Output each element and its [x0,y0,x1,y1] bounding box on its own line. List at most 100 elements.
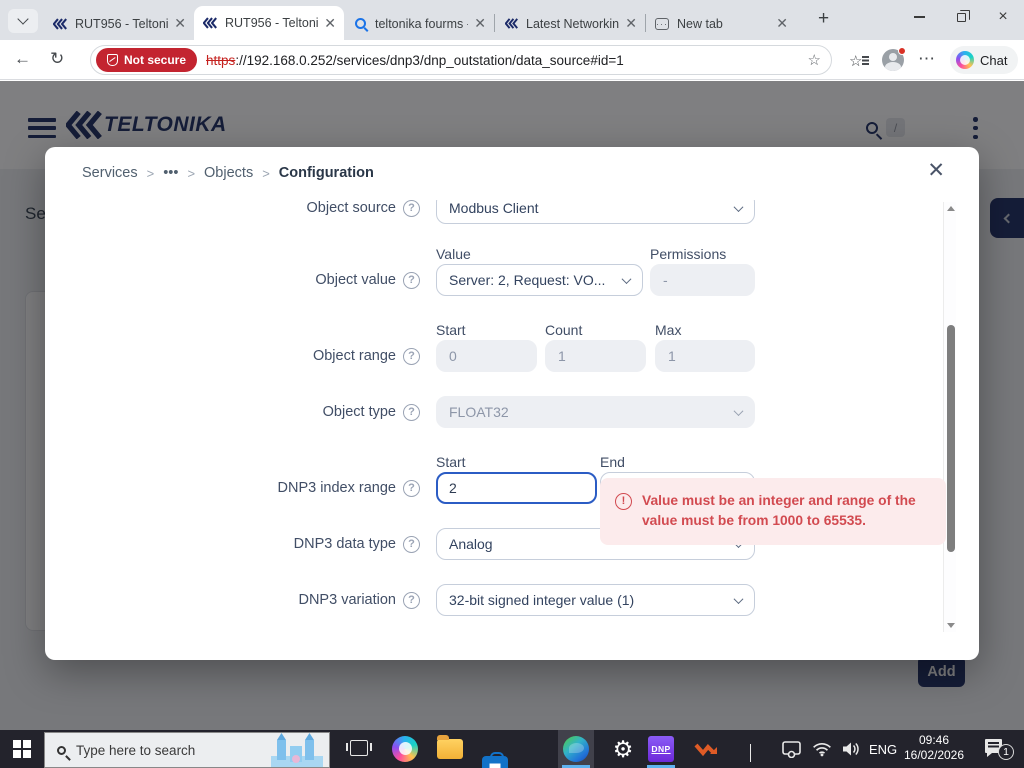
volume-icon[interactable] [842,741,860,762]
object-range-count-field: 1 [545,340,646,372]
chevron-right-icon: > [262,166,270,181]
browser-tab-2-active[interactable]: RUT956 - Teltonika ✕ [194,6,344,40]
wifi-icon[interactable] [812,741,832,762]
tab-close-icon[interactable]: ✕ [776,15,788,32]
dnp3-variation-select[interactable]: 32-bit signed integer value (1) [436,584,755,616]
object-source-select[interactable]: Modbus Client [436,200,755,224]
chevron-right-icon: > [187,166,195,181]
breadcrumb-services[interactable]: Services [82,165,138,181]
help-icon[interactable] [403,480,420,497]
chat-label: Chat [980,53,1007,68]
new-tab-button[interactable]: + [818,8,829,30]
object-type-label: Object type [323,396,420,428]
tab-title: New tab [677,17,770,31]
language-indicator[interactable]: ENG [869,742,897,757]
start-button[interactable] [13,740,31,758]
object-value-select[interactable]: Server: 2, Request: VO... [436,264,643,296]
start-column-header: Start [436,322,466,338]
taskbar-clock[interactable]: 09:46 16/02/2026 [898,733,970,763]
tab-title: teltonika fourms - [375,17,468,31]
browser-menu-icon[interactable]: ⋯ [918,49,936,69]
scrollbar-down-icon[interactable] [947,623,955,628]
help-icon[interactable] [403,200,420,217]
search-icon [57,746,66,755]
address-bar[interactable]: Not secure https://192.168.0.252/service… [90,45,832,75]
browser-tab-3[interactable]: teltonika fourms - ✕ [344,7,494,40]
error-message: Value must be an integer and range of th… [642,491,931,532]
help-icon[interactable] [403,592,420,609]
file-explorer-icon[interactable] [437,739,463,759]
taskbar-search-input[interactable]: Type here to search [44,732,330,768]
not-secure-badge[interactable]: Not secure [96,48,197,72]
window-close-button[interactable]: × [982,0,1024,34]
scrollbar-up-icon[interactable] [947,206,955,211]
favorite-star-icon[interactable]: ☆ [808,51,821,69]
browser-toolbar: ← ↻ Not secure https://192.168.0.252/ser… [0,40,1024,80]
browser-tab-1[interactable]: RUT956 - Teltonika ✕ [44,7,194,40]
copilot-app-icon[interactable] [392,736,418,762]
object-range-start-field: 0 [436,340,537,372]
browser-tab-4[interactable]: Latest Networking ✕ [495,7,645,40]
tab-search-button[interactable] [8,9,38,33]
permissions-column-header: Permissions [650,246,726,262]
dnp-app-icon[interactable]: DNP [648,736,674,762]
tab-title: Latest Networking [526,17,619,31]
object-source-label: Object source [307,200,420,224]
modal-close-icon[interactable]: ✕ [927,160,945,181]
windows-taskbar: Type here to search ⚙ DNP [0,730,1024,768]
form-scroll-area: Object source Modbus Client Value Permis… [45,200,957,640]
security-shield-icon [107,54,118,66]
tab-close-icon[interactable]: ✕ [174,15,186,32]
clock-time: 09:46 [898,733,970,748]
stocks-app-icon[interactable] [694,736,720,762]
reload-button[interactable]: ↻ [50,49,64,69]
chevron-right-icon: > [147,166,155,181]
copilot-chat-button[interactable]: Chat [950,46,1018,74]
clock-date: 16/02/2026 [898,748,970,763]
count-column-header: Count [545,322,582,338]
help-icon[interactable] [403,348,420,365]
dnp3-variation-label: DNP3 variation [298,584,420,616]
browser-tab-strip: RUT956 - Teltonika ✕ RUT956 - Teltonika … [0,0,1024,40]
tab-title: RUT956 - Teltonika [225,16,318,30]
microsoft-store-icon[interactable] [482,756,508,768]
permissions-field: - [650,264,755,296]
help-icon[interactable] [403,536,420,553]
back-button[interactable]: ← [14,49,31,69]
url-scheme: https [206,53,235,68]
notification-count-badge: 1 [998,744,1014,760]
settings-gear-icon[interactable]: ⚙ [610,736,636,762]
tab-close-icon[interactable]: ✕ [324,15,336,32]
modal-scrollbar[interactable] [943,202,956,632]
breadcrumb-configuration: Configuration [279,165,374,181]
dnp3-data-type-label: DNP3 data type [294,528,420,560]
help-icon[interactable] [403,404,420,421]
dnp3-index-start-input[interactable] [436,472,597,504]
copilot-icon [956,51,974,69]
help-icon[interactable] [403,272,420,289]
not-secure-label: Not secure [124,53,186,67]
window-restore-button[interactable] [940,0,982,34]
value-column-header: Value [436,246,471,262]
scrollbar-thumb[interactable] [947,325,955,552]
teltonika-favicon-icon [503,16,519,32]
task-view-button[interactable] [350,740,368,756]
tray-expand-icon[interactable] [750,744,751,762]
breadcrumb-objects[interactable]: Objects [204,165,253,181]
browser-tab-5[interactable]: ··· New tab ✕ [646,7,796,40]
cast-icon[interactable] [782,741,801,763]
object-type-select: FLOAT32 [436,396,755,428]
profile-notification-dot [898,47,906,55]
favorites-list-icon[interactable]: ☆ [849,52,862,70]
tab-close-icon[interactable]: ✕ [474,15,486,32]
search-highlight-image[interactable] [265,732,327,768]
window-minimize-button[interactable] [898,0,940,34]
tab-title: RUT956 - Teltonika [75,17,168,31]
web-page: TELTONIKA / Ser Add Services > ••• > Obj… [0,81,1024,730]
index-start-column-header: Start [436,454,466,470]
tab-close-icon[interactable]: ✕ [625,15,637,32]
dnp3-index-range-label: DNP3 index range [278,472,421,504]
breadcrumb-ellipsis[interactable]: ••• [163,165,178,181]
url-text[interactable]: https://192.168.0.252/services/dnp3/dnp_… [206,53,802,68]
edge-taskbar-button[interactable] [558,730,594,768]
